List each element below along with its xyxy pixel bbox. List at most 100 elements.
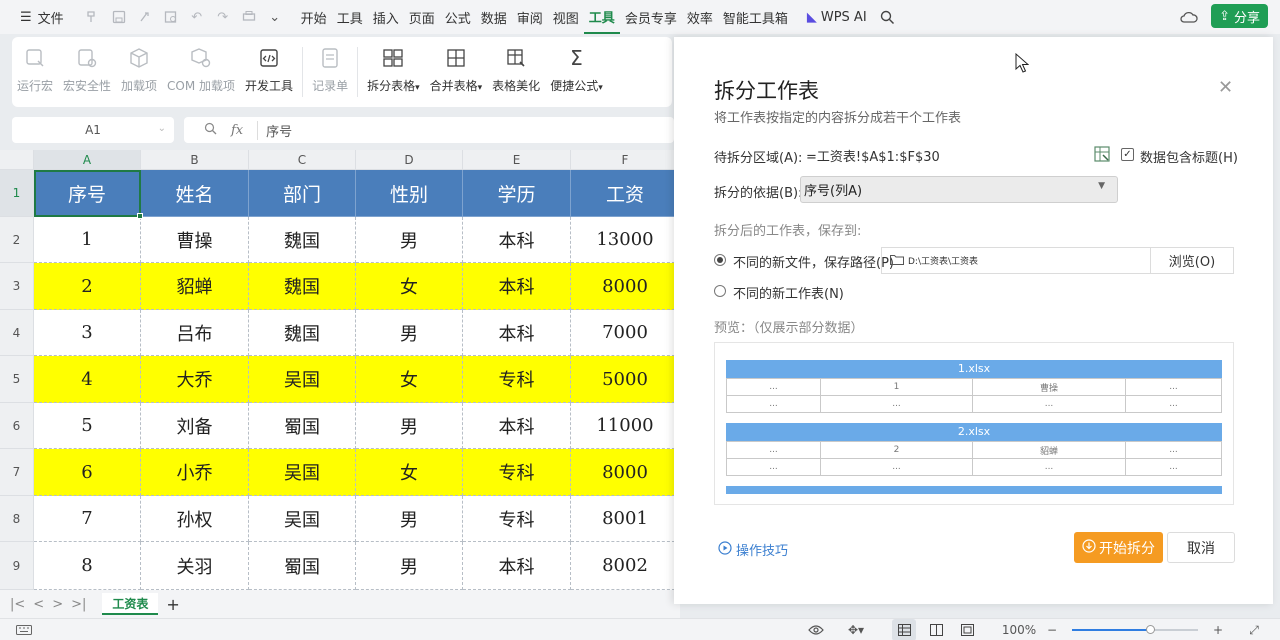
record-form-button[interactable]: 记录单 [307, 45, 353, 101]
table-beautify-button[interactable]: 表格美化 [487, 45, 545, 101]
table-cell[interactable]: 女 [356, 449, 463, 496]
range-picker-icon[interactable] [1094, 146, 1110, 166]
table-cell[interactable]: 男 [356, 403, 463, 449]
select-all-corner[interactable] [0, 150, 34, 170]
table-cell[interactable]: 本科 [463, 403, 571, 449]
print-icon[interactable] [236, 5, 262, 29]
share-button[interactable]: ⇪ 分享 [1211, 4, 1268, 28]
table-cell[interactable]: 5 [34, 403, 141, 449]
save-icon[interactable] [106, 5, 132, 29]
table-cell[interactable]: 5000 [571, 356, 680, 403]
tab-home[interactable]: 开始 [296, 0, 332, 34]
start-split-button[interactable]: 开始拆分 [1074, 532, 1163, 563]
tab-insert[interactable]: 插入 [368, 0, 404, 34]
close-icon[interactable]: ✕ [1218, 77, 1233, 98]
tab-member[interactable]: 会员专享 [620, 0, 682, 34]
normal-view-icon[interactable] [892, 619, 916, 640]
table-cell[interactable]: 貂蝉 [141, 263, 249, 310]
table-cell[interactable]: 8 [34, 542, 141, 590]
zoom-search-icon[interactable] [204, 122, 217, 139]
header-cell[interactable]: 学历 [463, 170, 571, 217]
dialog-scrollbar[interactable] [1268, 37, 1273, 604]
save-path-input[interactable]: D:\工资表\工资表 [881, 247, 1151, 274]
table-cell[interactable]: 男 [356, 310, 463, 356]
table-cell[interactable]: 曹操 [141, 217, 249, 263]
table-cell[interactable]: 11000 [571, 403, 680, 449]
range-input[interactable]: =工资表!$A$1:$F$30 [800, 142, 1088, 168]
table-cell[interactable]: 蜀国 [249, 542, 356, 590]
eye-protection-icon[interactable] [806, 619, 826, 640]
table-cell[interactable]: 6 [34, 449, 141, 496]
table-cell[interactable]: 男 [356, 542, 463, 590]
table-cell[interactable]: 魏国 [249, 263, 356, 310]
column-header-a[interactable]: A [34, 150, 141, 170]
table-cell[interactable]: 大乔 [141, 356, 249, 403]
table-cell[interactable]: 1 [34, 217, 141, 263]
page-break-view-icon[interactable] [955, 619, 979, 640]
table-cell[interactable]: 男 [356, 496, 463, 542]
table-cell[interactable]: 关羽 [141, 542, 249, 590]
table-cell[interactable]: 8000 [571, 449, 680, 496]
table-cell[interactable]: 吴国 [249, 496, 356, 542]
table-cell[interactable]: 8001 [571, 496, 680, 542]
new-file-radio[interactable] [714, 254, 726, 266]
formula-input[interactable]: fx 序号 [184, 117, 674, 143]
tab-page[interactable]: 页面 [404, 0, 440, 34]
print-preview-icon[interactable] [158, 5, 184, 29]
fx-icon[interactable]: fx [231, 123, 243, 138]
table-cell[interactable]: 小乔 [141, 449, 249, 496]
table-cell[interactable]: 本科 [463, 217, 571, 263]
table-cell[interactable]: 女 [356, 356, 463, 403]
tab-smart-toolbox[interactable]: 智能工具箱 [718, 0, 793, 34]
tab-review[interactable]: 审阅 [512, 0, 548, 34]
basis-select[interactable]: 序号(列A) ▼ [800, 176, 1118, 203]
table-cell[interactable]: 专科 [463, 449, 571, 496]
table-cell[interactable]: 专科 [463, 356, 571, 403]
split-table-button[interactable]: 拆分表格▾ [362, 45, 425, 101]
tab-efficiency[interactable]: 效率 [682, 0, 718, 34]
table-cell[interactable]: 吴国 [249, 356, 356, 403]
header-cell[interactable]: 工资 [571, 170, 680, 217]
sheet-tab-salary[interactable]: 工资表 [102, 593, 159, 615]
redo-icon[interactable]: ↷ [210, 5, 236, 29]
table-cell[interactable]: 13000 [571, 217, 680, 263]
table-cell[interactable]: 吕布 [141, 310, 249, 356]
table-cell[interactable]: 蜀国 [249, 403, 356, 449]
row-header-1[interactable]: 1 [0, 170, 34, 217]
column-header-f[interactable]: F [571, 150, 680, 170]
table-cell[interactable]: 8000 [571, 263, 680, 310]
com-addin-button[interactable]: COM 加载项 [162, 45, 240, 101]
zoom-in-button[interactable]: + [1210, 619, 1226, 640]
tab-view[interactable]: 视图 [548, 0, 584, 34]
header-cell[interactable]: 性别 [356, 170, 463, 217]
status-bar-icon[interactable] [14, 619, 34, 640]
row-header-8[interactable]: 8 [0, 496, 34, 542]
add-sheet-button[interactable]: + [166, 595, 179, 614]
tab-data[interactable]: 数据 [476, 0, 512, 34]
fullscreen-icon[interactable]: ⤢ [1244, 619, 1264, 640]
table-cell[interactable]: 男 [356, 217, 463, 263]
column-header-d[interactable]: D [356, 150, 463, 170]
table-cell[interactable]: 本科 [463, 310, 571, 356]
developer-tools-button[interactable]: 开发工具 [240, 45, 298, 101]
focus-mode-icon[interactable]: ✥▾ [842, 619, 870, 640]
table-cell[interactable]: 女 [356, 263, 463, 310]
new-sheet-radio[interactable] [714, 285, 726, 297]
table-cell[interactable]: 本科 [463, 542, 571, 590]
table-cell[interactable]: 魏国 [249, 217, 356, 263]
column-header-b[interactable]: B [141, 150, 249, 170]
search-icon[interactable] [875, 5, 901, 29]
chevron-down-icon[interactable]: ⌄ [262, 5, 288, 29]
tab-formula[interactable]: 公式 [440, 0, 476, 34]
table-cell[interactable]: 专科 [463, 496, 571, 542]
file-menu[interactable]: ☰ 文件 [16, 5, 68, 29]
column-header-e[interactable]: E [463, 150, 571, 170]
row-header-9[interactable]: 9 [0, 542, 34, 590]
cancel-button[interactable]: 取消 [1167, 532, 1235, 563]
row-header-5[interactable]: 5 [0, 356, 34, 403]
row-header-7[interactable]: 7 [0, 449, 34, 496]
export-pdf-icon[interactable] [132, 5, 158, 29]
table-cell[interactable]: 4 [34, 356, 141, 403]
tab-tools-active[interactable]: 工具 [583, 0, 620, 34]
row-header-4[interactable]: 4 [0, 310, 34, 356]
